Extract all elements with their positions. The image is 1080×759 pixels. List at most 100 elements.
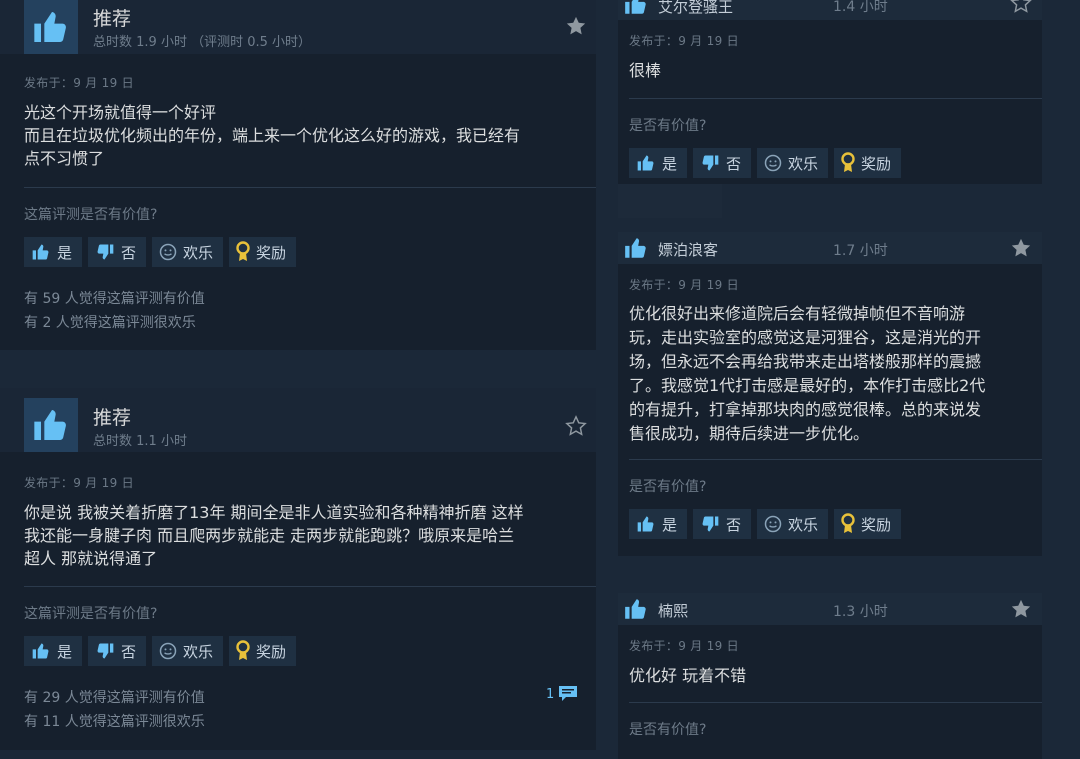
review-header: 楠熙 1.3 小时 bbox=[618, 593, 1042, 625]
vote-yes-label: 是 bbox=[57, 642, 73, 661]
divider bbox=[629, 459, 1042, 460]
vote-yes-label: 是 bbox=[662, 515, 678, 534]
reviewer-name[interactable]: 楠熙 bbox=[658, 600, 688, 621]
star-icon[interactable] bbox=[565, 15, 587, 37]
divider bbox=[24, 187, 596, 188]
vote-yes-button[interactable]: 是 bbox=[24, 237, 83, 267]
thumbs-down-icon bbox=[702, 155, 719, 171]
thumbs-up-icon bbox=[620, 234, 652, 262]
review-date: 发布于：9 月 19 日 bbox=[629, 278, 739, 292]
helpful-counts: 有 59 人觉得这篇评测有价值 有 2 人觉得这篇评测很欢乐 bbox=[24, 291, 205, 331]
review-verdict: 推荐 bbox=[93, 8, 132, 30]
comment-count[interactable]: 1 bbox=[546, 684, 579, 704]
divider bbox=[24, 586, 596, 587]
vote-funny-button[interactable]: 欢乐 bbox=[152, 636, 224, 666]
award-button[interactable]: 奖励 bbox=[834, 148, 902, 178]
award-label: 奖励 bbox=[256, 243, 287, 262]
review-header: 推荐 总时数 1.1 小时 bbox=[0, 388, 596, 452]
vote-funny-label: 欢乐 bbox=[183, 642, 214, 661]
star-icon[interactable] bbox=[565, 415, 587, 437]
award-icon bbox=[841, 513, 855, 533]
comment-icon bbox=[559, 686, 578, 701]
helpful-counts: 有 29 人觉得这篇评测有价值 有 11 人觉得这篇评测很欢乐 bbox=[24, 690, 205, 730]
review-body: 你是说 我被关着折磨了13年 期间全是非人道实验和各种精神折磨 这样 我还能一身… bbox=[24, 503, 524, 568]
award-icon bbox=[236, 640, 250, 660]
award-icon bbox=[841, 152, 855, 172]
helpful-question: 是否有价值? bbox=[629, 118, 707, 134]
vote-buttons: 是 否 欢乐 奖励 bbox=[24, 237, 297, 267]
smile-icon bbox=[159, 642, 177, 660]
review-hours: 1.7 小时 bbox=[833, 243, 888, 259]
award-label: 奖励 bbox=[861, 515, 892, 534]
vote-funny-label: 欢乐 bbox=[788, 154, 819, 173]
helpful-question: 是否有价值? bbox=[629, 479, 707, 495]
vote-no-label: 否 bbox=[121, 243, 137, 262]
vote-funny-button[interactable]: 欢乐 bbox=[757, 509, 829, 539]
review-card: 楠熙 1.3 小时 发布于：9 月 19 日 优化好 玩着不错 是否有价值? bbox=[618, 593, 1042, 759]
vote-buttons: 是 否 欢乐 奖励 bbox=[629, 509, 902, 539]
review-card: 艾尔登骚王 1.4 小时 发布于：9 月 19 日 很棒 是否有价值? 是 否 … bbox=[618, 0, 1042, 184]
thumbs-up-icon bbox=[32, 643, 49, 659]
smile-icon bbox=[159, 243, 177, 261]
divider bbox=[629, 98, 1042, 99]
award-icon bbox=[236, 241, 250, 261]
thumbs-down-icon bbox=[97, 244, 114, 260]
helpful-question: 这篇评测是否有价值? bbox=[24, 207, 158, 223]
helpful-question: 是否有价值? bbox=[629, 722, 707, 738]
smile-icon bbox=[764, 515, 782, 533]
review-card: 推荐 总时数 1.1 小时 发布于：9 月 19 日 你是说 我被关着折磨了13… bbox=[0, 388, 596, 750]
review-header: 推荐 总时数 1.9 小时 （评测时 0.5 小时） bbox=[0, 0, 596, 54]
vote-funny-button[interactable]: 欢乐 bbox=[757, 148, 829, 178]
star-icon[interactable] bbox=[1010, 598, 1032, 620]
divider bbox=[629, 702, 1042, 703]
review-body: 很棒 bbox=[629, 61, 662, 80]
review-hours: 1.3 小时 bbox=[833, 604, 888, 620]
vote-funny-button[interactable]: 欢乐 bbox=[152, 237, 224, 267]
vote-buttons: 是 否 欢乐 奖励 bbox=[24, 636, 297, 666]
star-icon[interactable] bbox=[1010, 0, 1032, 14]
award-button[interactable]: 奖励 bbox=[834, 509, 902, 539]
vote-no-label: 否 bbox=[726, 515, 742, 534]
review-date: 发布于：9 月 19 日 bbox=[24, 476, 134, 490]
award-button[interactable]: 奖励 bbox=[229, 636, 297, 666]
thumbs-down-icon bbox=[97, 643, 114, 659]
vote-no-button[interactable]: 否 bbox=[693, 509, 752, 539]
reviewer-name[interactable]: 艾尔登骚王 bbox=[658, 0, 733, 17]
comment-count-number: 1 bbox=[546, 686, 555, 702]
review-date: 发布于：9 月 19 日 bbox=[629, 34, 739, 48]
award-button[interactable]: 奖励 bbox=[229, 237, 297, 267]
award-label: 奖励 bbox=[256, 642, 287, 661]
vote-funny-label: 欢乐 bbox=[183, 243, 214, 262]
review-body: 光这个开场就值得一个好评 而且在垃圾优化频出的年份，端上来一个优化这么好的游戏，… bbox=[24, 103, 521, 168]
vote-no-button[interactable]: 否 bbox=[88, 636, 147, 666]
hover-shadow bbox=[618, 184, 722, 218]
star-icon[interactable] bbox=[1010, 237, 1032, 259]
vote-no-label: 否 bbox=[726, 154, 742, 173]
vote-no-button[interactable]: 否 bbox=[88, 237, 147, 267]
review-verdict: 推荐 bbox=[93, 407, 132, 429]
smile-icon bbox=[764, 154, 782, 172]
review-header: 艾尔登骚王 1.4 小时 bbox=[618, 0, 1042, 20]
vote-yes-button[interactable]: 是 bbox=[629, 509, 688, 539]
thumbs-up-icon bbox=[24, 398, 78, 452]
thumbs-up-icon bbox=[637, 155, 654, 171]
vote-yes-button[interactable]: 是 bbox=[24, 636, 83, 666]
helpful-question: 这篇评测是否有价值? bbox=[24, 606, 158, 622]
thumbs-up-icon bbox=[620, 0, 652, 18]
review-card: 推荐 总时数 1.9 小时 （评测时 0.5 小时） 发布于：9 月 19 日 … bbox=[0, 0, 596, 350]
review-hours: 总时数 1.1 小时 bbox=[93, 434, 187, 449]
review-hours: 1.4 小时 bbox=[833, 0, 888, 15]
review-hours: 总时数 1.9 小时 （评测时 0.5 小时） bbox=[93, 35, 312, 50]
thumbs-up-icon bbox=[32, 244, 49, 260]
vote-yes-button[interactable]: 是 bbox=[629, 148, 688, 178]
review-header: 嫖泊浪客 1.7 小时 bbox=[618, 232, 1042, 264]
thumbs-up-icon bbox=[620, 595, 652, 623]
review-date: 发布于：9 月 19 日 bbox=[629, 639, 739, 653]
vote-buttons: 是 否 欢乐 奖励 bbox=[629, 148, 902, 178]
review-date: 发布于：9 月 19 日 bbox=[24, 76, 134, 90]
reviewer-name[interactable]: 嫖泊浪客 bbox=[658, 239, 718, 260]
vote-no-label: 否 bbox=[121, 642, 137, 661]
award-label: 奖励 bbox=[861, 154, 892, 173]
vote-no-button[interactable]: 否 bbox=[693, 148, 752, 178]
vote-funny-label: 欢乐 bbox=[788, 515, 819, 534]
